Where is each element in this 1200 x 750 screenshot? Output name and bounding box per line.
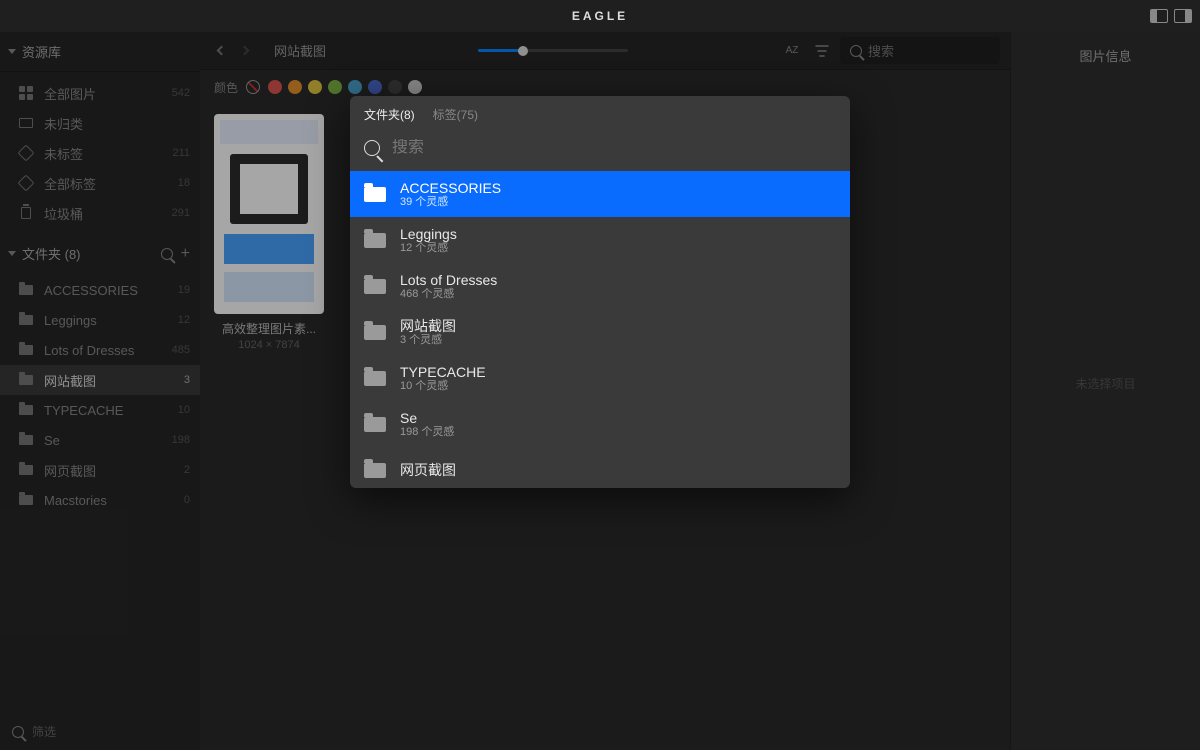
popover-item-subtitle: 39 个灵感 xyxy=(400,196,501,209)
popover-folder-item[interactable]: ACCESSORIES 39 个灵感 xyxy=(350,171,850,217)
popover-item-title: 网站截图 xyxy=(400,318,456,334)
app-title: EAGLE xyxy=(572,9,628,23)
popover-item-subtitle: 468 个灵感 xyxy=(400,288,497,301)
popover-item-title: TYPECACHE xyxy=(400,364,486,380)
popover-folder-item[interactable]: 网页截图 xyxy=(350,447,850,488)
popover-tabs: 文件夹(8) 标签(75) xyxy=(350,96,850,131)
folder-icon xyxy=(364,187,386,202)
popover-folder-item[interactable]: 网站截图 3 个灵感 xyxy=(350,309,850,355)
titlebar-controls xyxy=(1150,9,1192,23)
search-icon xyxy=(364,140,380,156)
popover-search-input[interactable] xyxy=(392,139,836,157)
folder-icon xyxy=(364,325,386,340)
popover-folder-item[interactable]: Se 198 个灵感 xyxy=(350,401,850,447)
toggle-right-panel-icon[interactable] xyxy=(1174,9,1192,23)
popover-folder-item[interactable]: Leggings 12 个灵感 xyxy=(350,217,850,263)
folder-icon xyxy=(364,371,386,386)
folder-icon xyxy=(364,233,386,248)
popover-folder-item[interactable]: TYPECACHE 10 个灵感 xyxy=(350,355,850,401)
popover-item-title: ACCESSORIES xyxy=(400,180,501,196)
popover-item-title: Se xyxy=(400,410,454,426)
title-bar: EAGLE xyxy=(0,0,1200,32)
popover-tab[interactable]: 标签(75) xyxy=(433,106,478,123)
folder-icon xyxy=(364,417,386,432)
popover-item-title: 网页截图 xyxy=(400,462,456,478)
popover-folder-list: ACCESSORIES 39 个灵感 Leggings 12 个灵感 Lots … xyxy=(350,171,850,488)
popover-item-subtitle: 198 个灵感 xyxy=(400,426,454,439)
folder-icon xyxy=(364,463,386,478)
popover-item-title: Lots of Dresses xyxy=(400,272,497,288)
popover-item-subtitle: 3 个灵感 xyxy=(400,334,456,347)
folder-icon xyxy=(364,279,386,294)
popover-search[interactable] xyxy=(350,131,850,171)
popover-tab[interactable]: 文件夹(8) xyxy=(364,106,415,123)
popover-item-subtitle: 12 个灵感 xyxy=(400,242,457,255)
popover-item-subtitle: 10 个灵感 xyxy=(400,380,486,393)
folder-picker-popover: 文件夹(8) 标签(75) ACCESSORIES 39 个灵感 Leggings… xyxy=(350,96,850,488)
toggle-left-panel-icon[interactable] xyxy=(1150,9,1168,23)
popover-folder-item[interactable]: Lots of Dresses 468 个灵感 xyxy=(350,263,850,309)
popover-item-title: Leggings xyxy=(400,226,457,242)
